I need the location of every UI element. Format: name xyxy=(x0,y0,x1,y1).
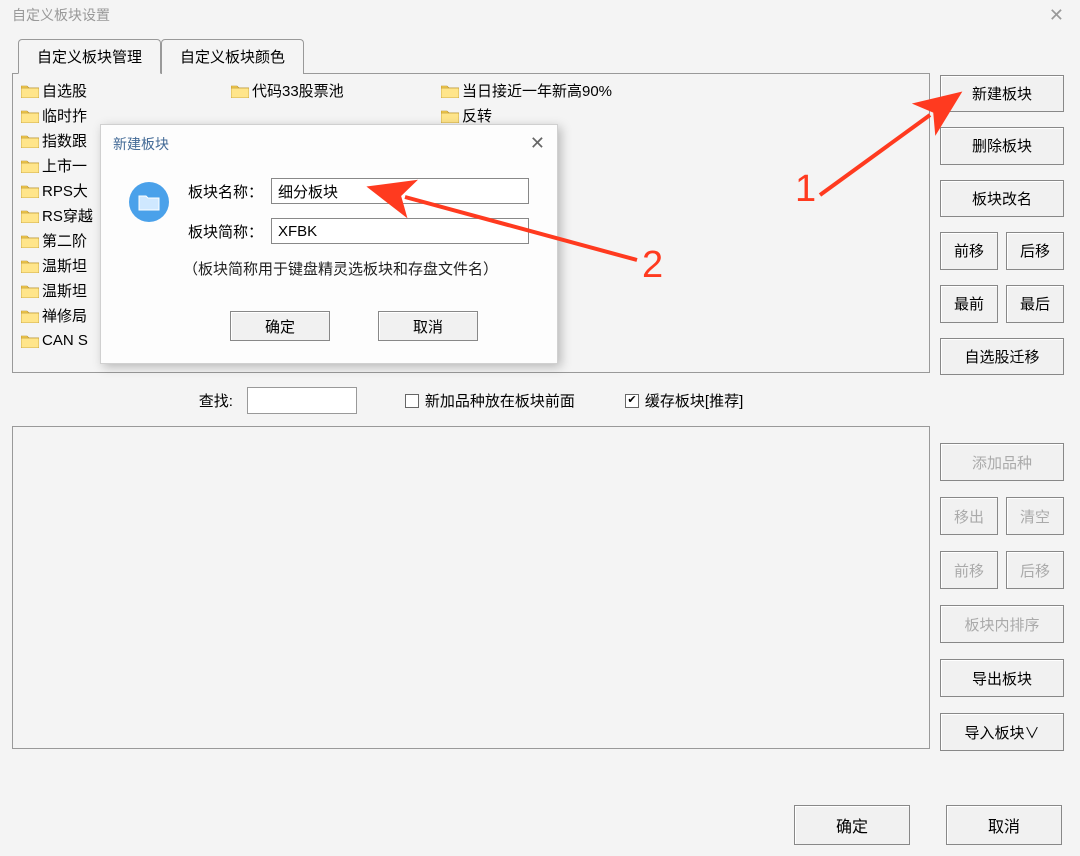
add-item-button[interactable]: 添加品种 xyxy=(940,443,1064,481)
dialog-hint: （板块简称用于键盘精灵选板块和存盘文件名） xyxy=(183,258,529,279)
folder-icon xyxy=(21,334,39,348)
folder-icon xyxy=(21,184,39,198)
folder-icon xyxy=(441,84,459,98)
folder-circle-icon xyxy=(129,182,169,222)
export-button[interactable]: 导出板块 xyxy=(940,659,1064,697)
name-label: 板块名称： xyxy=(183,181,263,202)
folder-label: RS穿越 xyxy=(42,205,93,226)
folder-label: 临时拃 xyxy=(42,105,87,126)
folder-label: 指数跟 xyxy=(42,130,87,151)
folder-label: 上市一 xyxy=(42,155,87,176)
to-last-button[interactable]: 最后 xyxy=(1006,285,1064,323)
cancel-button[interactable]: 取消 xyxy=(946,805,1062,845)
folder-icon xyxy=(21,259,39,273)
checkbox-new-front[interactable]: 新加品种放在板块前面 xyxy=(405,390,575,411)
dialog-cancel-button[interactable]: 取消 xyxy=(378,311,478,341)
footer: 确定 取消 xyxy=(794,805,1062,845)
item-forward-button[interactable]: 前移 xyxy=(940,551,998,589)
folder-icon xyxy=(21,309,39,323)
folder-label: RPS大 xyxy=(42,180,88,201)
rename-block-button[interactable]: 板块改名 xyxy=(940,180,1064,217)
sort-button[interactable]: 板块内排序 xyxy=(940,605,1064,643)
folder-icon xyxy=(21,234,39,248)
search-input[interactable] xyxy=(247,387,357,414)
close-icon[interactable]: ✕ xyxy=(1043,5,1070,26)
folder-item[interactable]: 当日接近一年新高90% xyxy=(439,78,679,103)
close-icon[interactable]: ✕ xyxy=(530,133,545,154)
folder-icon xyxy=(21,109,39,123)
to-front-button[interactable]: 最前 xyxy=(940,285,998,323)
window-titlebar: 自定义板块设置 ✕ xyxy=(0,0,1080,30)
folder-icon xyxy=(441,109,459,123)
abbr-label: 板块简称： xyxy=(183,221,263,242)
item-backward-button[interactable]: 后移 xyxy=(1006,551,1064,589)
window-title: 自定义板块设置 xyxy=(10,5,110,25)
search-label: 查找: xyxy=(199,390,233,411)
remove-button[interactable]: 移出 xyxy=(940,497,998,535)
dialog-ok-button[interactable]: 确定 xyxy=(230,311,330,341)
folder-label: 禅修局 xyxy=(42,305,87,326)
folder-icon xyxy=(231,84,249,98)
folder-label: 当日接近一年新高90% xyxy=(462,80,612,101)
new-block-button[interactable]: 新建板块 xyxy=(940,75,1064,112)
search-row: 查找: 新加品种放在板块前面 ✔ 缓存板块[推荐] xyxy=(12,373,930,426)
tab-color[interactable]: 自定义板块颜色 xyxy=(161,39,304,74)
folder-label: 自选股 xyxy=(42,80,87,101)
clear-button[interactable]: 清空 xyxy=(1006,497,1064,535)
migrate-button[interactable]: 自选股迁移 xyxy=(940,338,1064,375)
ok-button[interactable]: 确定 xyxy=(794,805,910,845)
folder-item[interactable]: 自选股 xyxy=(19,78,229,103)
items-panel xyxy=(12,426,930,749)
delete-block-button[interactable]: 删除板块 xyxy=(940,127,1064,164)
dialog-title: 新建板块 xyxy=(113,134,169,154)
checkbox-icon xyxy=(405,394,419,408)
folder-item[interactable]: 代码33股票池 xyxy=(229,78,439,103)
folder-icon xyxy=(21,209,39,223)
folder-icon xyxy=(21,159,39,173)
dialog-titlebar: 新建板块 ✕ xyxy=(101,125,557,162)
abbr-input[interactable] xyxy=(271,218,529,244)
folder-label: 温斯坦 xyxy=(42,255,87,276)
folder-icon xyxy=(21,134,39,148)
folder-label: 温斯坦 xyxy=(42,280,87,301)
folder-label: 反转 xyxy=(462,105,492,126)
checkbox-label: 新加品种放在板块前面 xyxy=(425,390,575,411)
new-block-dialog: 新建板块 ✕ 板块名称： 板块简称： （板块简称用于键盘精灵选板块和存盘文件名）… xyxy=(100,124,558,364)
checkbox-cache[interactable]: ✔ 缓存板块[推荐] xyxy=(625,390,743,411)
move-forward-button[interactable]: 前移 xyxy=(940,232,998,270)
tab-bar: 自定义板块管理 自定义板块颜色 xyxy=(18,38,1070,73)
folder-icon xyxy=(21,84,39,98)
move-backward-button[interactable]: 后移 xyxy=(1006,232,1064,270)
folder-icon xyxy=(21,284,39,298)
checkbox-label: 缓存板块[推荐] xyxy=(645,390,743,411)
folder-label: CAN S xyxy=(42,332,88,349)
folder-label: 代码33股票池 xyxy=(252,80,344,101)
tab-manage[interactable]: 自定义板块管理 xyxy=(18,39,161,74)
name-input[interactable] xyxy=(271,178,529,204)
checkbox-icon: ✔ xyxy=(625,394,639,408)
folder-label: 第二阶 xyxy=(42,230,87,251)
import-button[interactable]: 导入板块∨ xyxy=(940,713,1064,751)
